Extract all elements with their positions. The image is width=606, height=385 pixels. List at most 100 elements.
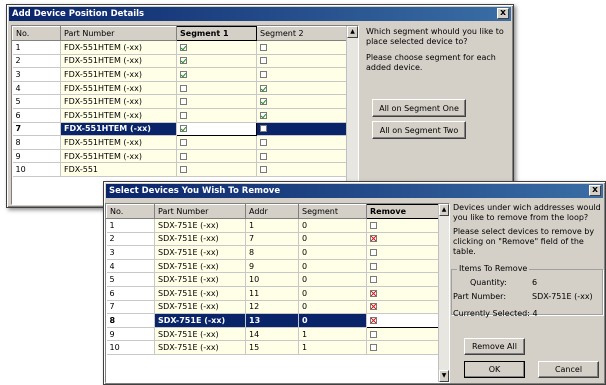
segment-2-cell[interactable] bbox=[256, 162, 348, 177]
segment-2-cell[interactable] bbox=[256, 40, 348, 55]
addr-cell[interactable]: 13 bbox=[245, 313, 299, 328]
segment-cell[interactable]: 1 bbox=[298, 327, 367, 342]
table-row[interactable]: 5 SDX-751E (-xx) 10 0 bbox=[106, 272, 440, 287]
part-number-cell[interactable]: FDX-551HTEM (-xx) bbox=[60, 149, 177, 164]
close-button[interactable]: x bbox=[589, 185, 601, 196]
ok-button[interactable]: OK bbox=[464, 361, 525, 378]
checked-checkbox-icon[interactable] bbox=[370, 316, 377, 324]
segment-1-cell[interactable] bbox=[176, 121, 257, 137]
table-row[interactable]: 10 SDX-751E (-xx) 15 1 bbox=[106, 340, 440, 355]
scroll-up-button[interactable]: ▲ bbox=[347, 26, 358, 38]
remove-cell[interactable] bbox=[366, 327, 440, 342]
col-header-segment[interactable]: Segment bbox=[298, 204, 367, 219]
table-row[interactable]: 7 FDX-551HTEM (-xx) bbox=[12, 121, 348, 137]
col-header-part-number[interactable]: Part Number bbox=[154, 204, 246, 219]
addr-cell[interactable]: 10 bbox=[245, 272, 299, 287]
checkbox-icon[interactable] bbox=[260, 125, 267, 133]
checked-checkbox-icon[interactable] bbox=[180, 70, 187, 78]
segment-1-cell[interactable] bbox=[176, 162, 257, 177]
segment-2-cell[interactable] bbox=[256, 94, 348, 109]
table-row[interactable]: 2 SDX-751E (-xx) 7 0 bbox=[106, 232, 440, 247]
remove-cell[interactable] bbox=[366, 286, 440, 301]
segment-1-cell[interactable] bbox=[176, 94, 257, 109]
part-number-cell[interactable]: SDX-751E (-xx) bbox=[154, 259, 246, 274]
table-row[interactable]: 1 SDX-751E (-xx) 1 0 bbox=[106, 218, 440, 233]
col-header-no[interactable]: No. bbox=[12, 26, 61, 41]
addr-cell[interactable]: 15 bbox=[245, 340, 299, 355]
remove-cell[interactable] bbox=[366, 313, 440, 328]
segment-1-cell[interactable] bbox=[176, 54, 257, 69]
col-header-addr[interactable]: Addr bbox=[245, 204, 299, 219]
part-number-cell[interactable]: SDX-751E (-xx) bbox=[154, 272, 246, 287]
checkbox-icon[interactable] bbox=[370, 248, 377, 256]
checkbox-icon[interactable] bbox=[370, 344, 377, 352]
close-button[interactable]: x bbox=[497, 8, 509, 19]
part-number-cell[interactable]: FDX-551HTEM (-xx) bbox=[60, 81, 177, 96]
part-number-cell[interactable]: FDX-551HTEM (-xx) bbox=[60, 108, 177, 123]
dialog-titlebar[interactable]: Select Devices You Wish To Remove x bbox=[106, 184, 603, 198]
segment-1-cell[interactable] bbox=[176, 40, 257, 55]
checked-checkbox-icon[interactable] bbox=[260, 84, 267, 92]
part-number-cell[interactable]: SDX-751E (-xx) bbox=[154, 313, 246, 328]
segment-2-cell[interactable] bbox=[256, 135, 348, 150]
col-header-part-number[interactable]: Part Number bbox=[60, 26, 177, 41]
remove-cell[interactable] bbox=[366, 259, 440, 274]
checkbox-icon[interactable] bbox=[180, 84, 187, 92]
table-row[interactable]: 2 FDX-551HTEM (-xx) bbox=[12, 54, 348, 69]
segment-2-cell[interactable] bbox=[256, 108, 348, 123]
checked-checkbox-icon[interactable] bbox=[370, 303, 377, 311]
part-number-cell[interactable]: FDX-551HTEM (-xx) bbox=[60, 40, 177, 55]
scroll-down-button[interactable]: ▼ bbox=[439, 370, 449, 382]
table-row[interactable]: 6 FDX-551HTEM (-xx) bbox=[12, 108, 348, 123]
table-row[interactable]: 9 FDX-551HTEM (-xx) bbox=[12, 149, 348, 164]
table-row[interactable]: 3 SDX-751E (-xx) 8 0 bbox=[106, 245, 440, 260]
col-header-no[interactable]: No. bbox=[106, 204, 155, 219]
checkbox-icon[interactable] bbox=[180, 166, 187, 174]
segment-1-cell[interactable] bbox=[176, 108, 257, 123]
part-number-cell[interactable]: FDX-551HTEM (-xx) bbox=[60, 135, 177, 150]
dialog-titlebar[interactable]: Add Device Position Details x bbox=[9, 7, 511, 21]
segment-cell[interactable]: 0 bbox=[298, 232, 367, 247]
col-header-segment-1[interactable]: Segment 1 bbox=[176, 26, 257, 41]
segment-cell[interactable]: 0 bbox=[298, 272, 367, 287]
table-row[interactable]: 7 SDX-751E (-xx) 12 0 bbox=[106, 300, 440, 315]
cancel-button[interactable]: Cancel bbox=[538, 361, 599, 378]
table-row[interactable]: 8 SDX-751E (-xx) 13 0 bbox=[106, 313, 440, 328]
table-row[interactable]: 9 SDX-751E (-xx) 14 1 bbox=[106, 327, 440, 342]
segment-1-cell[interactable] bbox=[176, 149, 257, 164]
checked-checkbox-icon[interactable] bbox=[370, 289, 377, 297]
part-number-cell[interactable]: SDX-751E (-xx) bbox=[154, 300, 246, 315]
remove-cell[interactable] bbox=[366, 232, 440, 247]
all-on-segment-two-button[interactable]: All on Segment Two bbox=[372, 121, 466, 139]
segment-2-cell[interactable] bbox=[256, 122, 348, 137]
checkbox-icon[interactable] bbox=[370, 276, 377, 284]
segment-cell[interactable]: 0 bbox=[298, 245, 367, 260]
col-header-segment-2[interactable]: Segment 2 bbox=[256, 26, 348, 41]
checkbox-icon[interactable] bbox=[180, 98, 187, 106]
remove-cell[interactable] bbox=[366, 340, 440, 355]
checkbox-icon[interactable] bbox=[370, 330, 377, 338]
table-row[interactable]: 10 FDX-551 bbox=[12, 162, 348, 177]
addr-cell[interactable]: 8 bbox=[245, 245, 299, 260]
table-scrollbar[interactable]: ▲ ▼ bbox=[438, 204, 449, 382]
addr-cell[interactable]: 14 bbox=[245, 327, 299, 342]
segment-cell[interactable]: 0 bbox=[298, 300, 367, 315]
remove-cell[interactable] bbox=[366, 300, 440, 315]
checked-checkbox-icon[interactable] bbox=[180, 57, 187, 65]
part-number-cell[interactable]: FDX-551HTEM (-xx) bbox=[60, 67, 177, 82]
segment-2-cell[interactable] bbox=[256, 67, 348, 82]
addr-cell[interactable]: 11 bbox=[245, 286, 299, 301]
part-number-cell[interactable]: FDX-551HTEM (-xx) bbox=[60, 94, 177, 109]
part-number-cell[interactable]: FDX-551HTEM (-xx) bbox=[60, 54, 177, 69]
segment-1-cell[interactable] bbox=[176, 81, 257, 96]
table-row[interactable]: 3 FDX-551HTEM (-xx) bbox=[12, 67, 348, 82]
part-number-cell[interactable]: FDX-551HTEM (-xx) bbox=[60, 122, 177, 137]
remove-cell[interactable] bbox=[366, 218, 440, 233]
part-number-cell[interactable]: FDX-551 bbox=[60, 162, 177, 177]
all-on-segment-one-button[interactable]: All on Segment One bbox=[372, 99, 466, 117]
table-row[interactable]: 4 SDX-751E (-xx) 9 0 bbox=[106, 259, 440, 274]
segment-1-cell[interactable] bbox=[176, 67, 257, 82]
part-number-cell[interactable]: SDX-751E (-xx) bbox=[154, 286, 246, 301]
segment-cell[interactable]: 0 bbox=[298, 286, 367, 301]
table-row[interactable]: 6 SDX-751E (-xx) 11 0 bbox=[106, 286, 440, 301]
